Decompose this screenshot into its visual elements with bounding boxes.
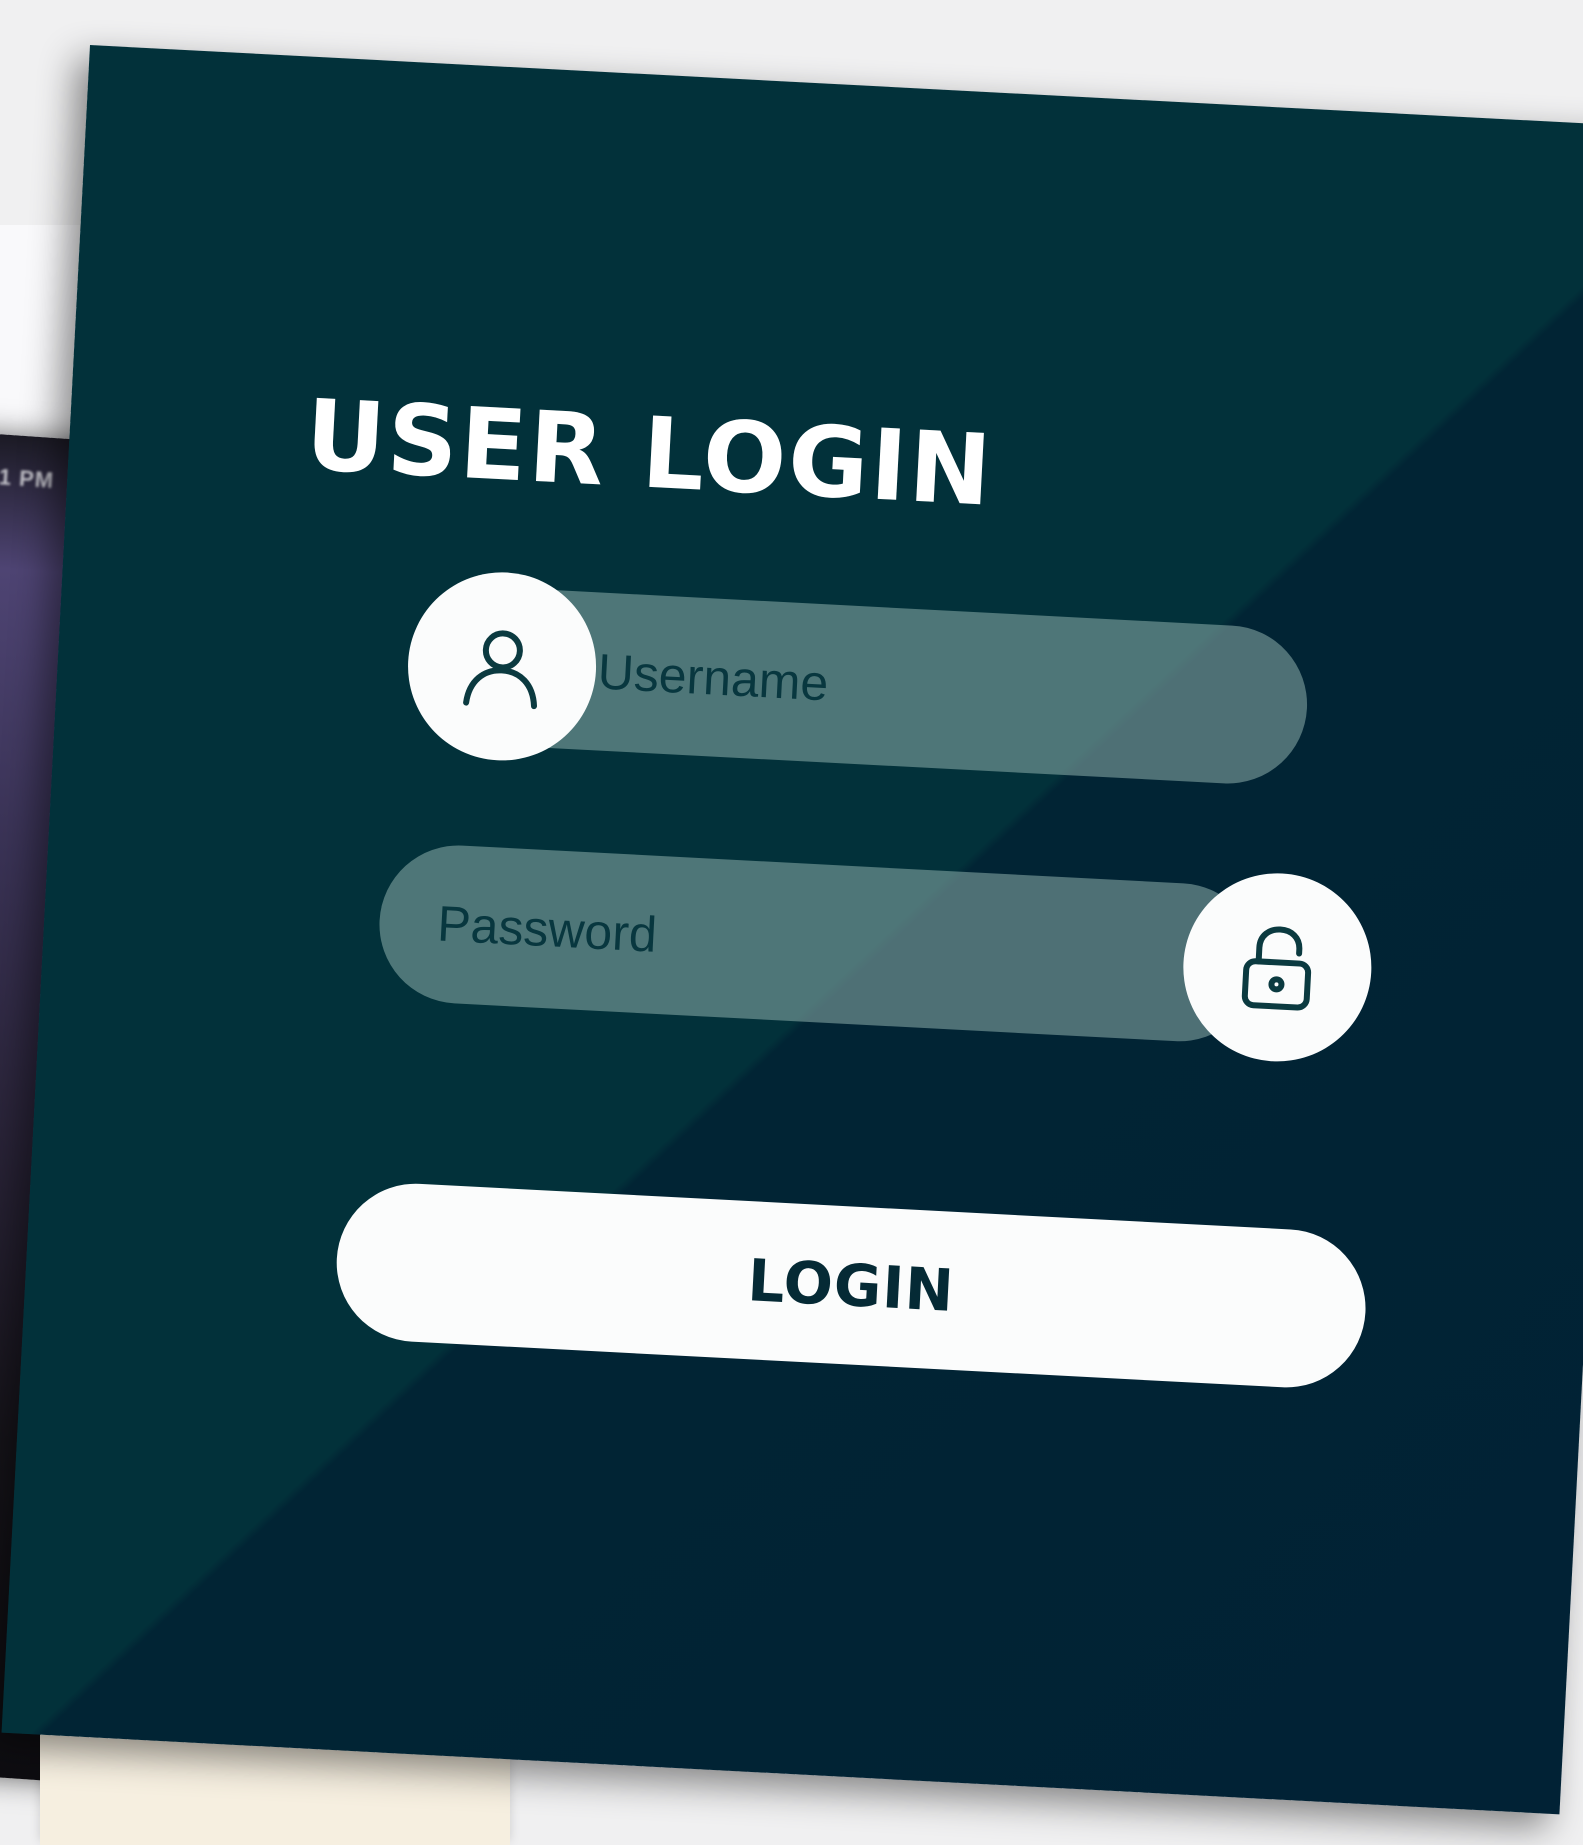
tablet-status-time: 1 PM (0, 464, 55, 494)
login-button[interactable]: LOGIN (332, 1179, 1370, 1392)
login-title: USER LOGIN (302, 378, 996, 529)
username-placeholder: Username (596, 643, 830, 712)
login-card: USER LOGIN Username Password LOGIN (1, 45, 1583, 1815)
password-placeholder: Password (436, 895, 659, 963)
password-input[interactable]: Password (375, 841, 1263, 1046)
